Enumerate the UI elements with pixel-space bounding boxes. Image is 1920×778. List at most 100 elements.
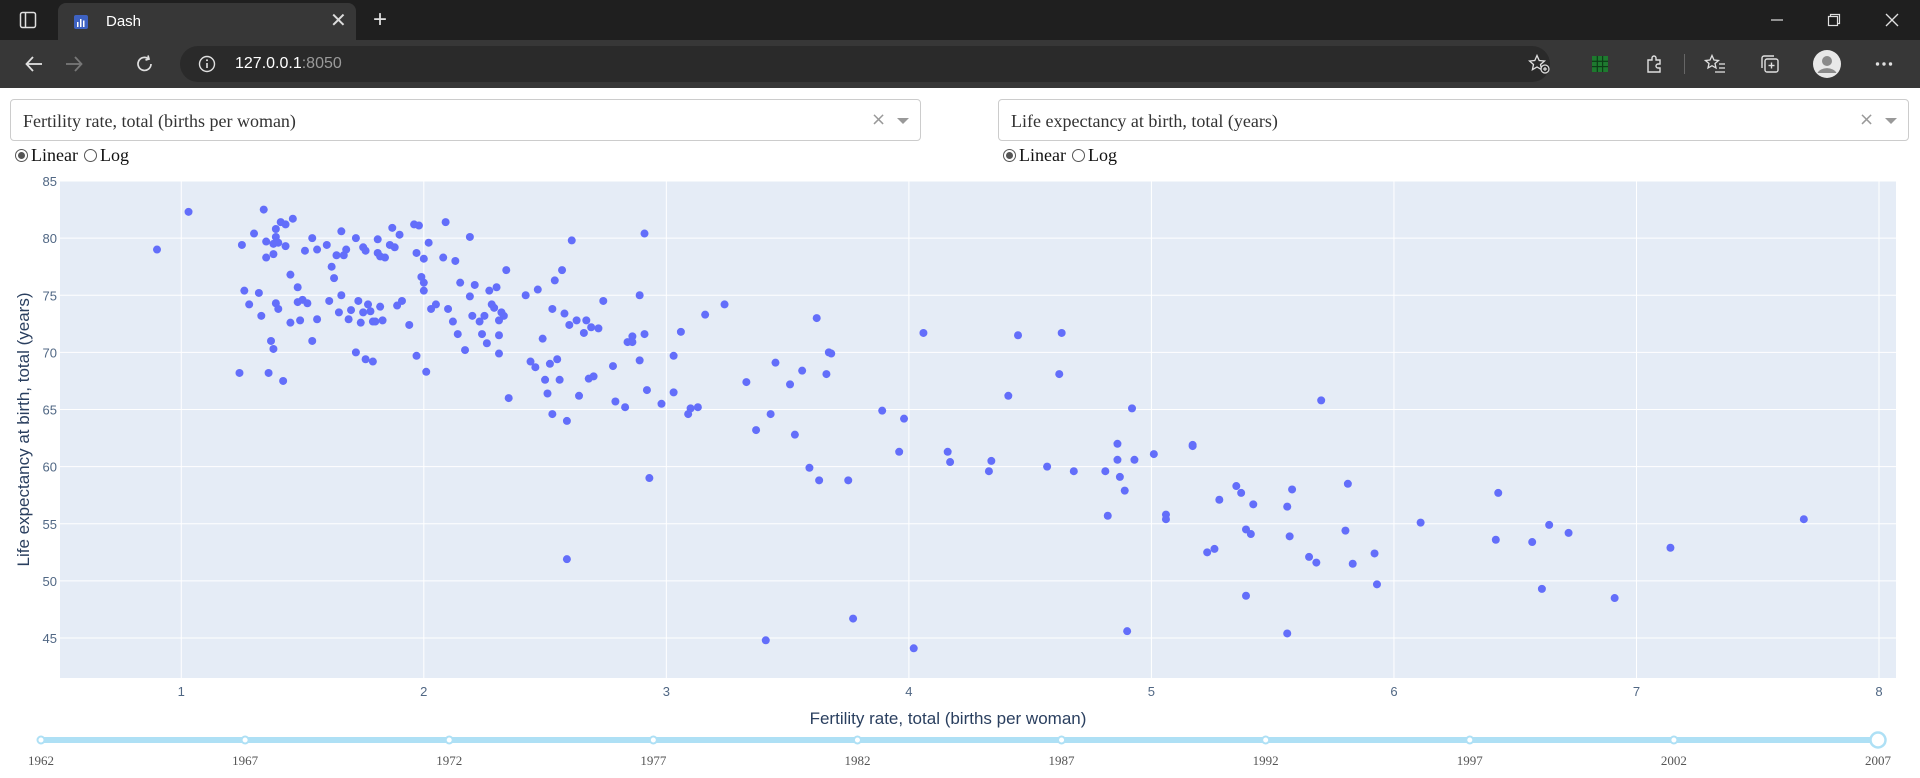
back-icon[interactable] bbox=[22, 52, 46, 76]
data-point[interactable] bbox=[351, 234, 360, 243]
data-point[interactable] bbox=[621, 403, 630, 412]
slider-mark-dot[interactable] bbox=[1465, 735, 1475, 745]
yaxis-clear-icon[interactable]: × bbox=[1859, 109, 1874, 130]
data-point[interactable] bbox=[1312, 558, 1321, 567]
data-point[interactable] bbox=[815, 476, 824, 485]
data-point[interactable] bbox=[669, 351, 678, 360]
data-point[interactable] bbox=[453, 330, 462, 339]
data-point[interactable] bbox=[1128, 404, 1137, 413]
data-point[interactable] bbox=[822, 370, 831, 379]
data-point[interactable] bbox=[465, 232, 474, 241]
data-point[interactable] bbox=[608, 362, 617, 371]
data-point[interactable] bbox=[422, 367, 431, 376]
data-point[interactable] bbox=[686, 404, 695, 413]
data-point[interactable] bbox=[1232, 482, 1241, 491]
data-point[interactable] bbox=[1494, 488, 1503, 497]
data-point[interactable] bbox=[478, 330, 487, 339]
data-point[interactable] bbox=[1123, 627, 1132, 636]
data-point[interactable] bbox=[240, 286, 249, 295]
data-point[interactable] bbox=[1545, 520, 1554, 529]
data-point[interactable] bbox=[337, 291, 346, 300]
data-point[interactable] bbox=[368, 357, 377, 366]
data-point[interactable] bbox=[761, 636, 770, 645]
yaxis-log-radio[interactable] bbox=[1071, 149, 1085, 162]
xaxis-chevron-down-icon[interactable] bbox=[897, 118, 909, 124]
data-point[interactable] bbox=[1610, 594, 1619, 603]
data-point[interactable] bbox=[281, 242, 290, 251]
slider-mark-label[interactable]: 1977 bbox=[640, 753, 667, 768]
data-point[interactable] bbox=[237, 240, 246, 249]
data-point[interactable] bbox=[424, 238, 433, 247]
data-point[interactable] bbox=[1528, 538, 1537, 547]
tab-close-icon[interactable]: ✕ bbox=[330, 11, 347, 31]
data-point[interactable] bbox=[334, 308, 343, 317]
data-point[interactable] bbox=[701, 310, 710, 319]
slider-mark-dot[interactable] bbox=[1669, 735, 1679, 745]
slider-mark-dot[interactable] bbox=[852, 735, 862, 745]
data-point[interactable] bbox=[456, 278, 465, 287]
slider-track[interactable] bbox=[41, 737, 1878, 743]
data-point[interactable] bbox=[356, 318, 365, 327]
data-point[interactable] bbox=[849, 614, 858, 623]
data-point[interactable] bbox=[766, 410, 775, 419]
data-point[interactable] bbox=[313, 315, 322, 324]
tab-actions-icon[interactable] bbox=[18, 10, 38, 30]
data-point[interactable] bbox=[1416, 518, 1425, 527]
data-point[interactable] bbox=[300, 246, 309, 255]
data-point[interactable] bbox=[533, 285, 542, 294]
data-point[interactable] bbox=[257, 311, 266, 320]
data-point[interactable] bbox=[1285, 532, 1294, 541]
more-menu-icon[interactable] bbox=[1872, 52, 1896, 76]
data-point[interactable] bbox=[693, 403, 702, 412]
data-point[interactable] bbox=[587, 323, 596, 332]
data-point[interactable] bbox=[812, 314, 821, 323]
data-point[interactable] bbox=[575, 391, 584, 400]
data-point[interactable] bbox=[361, 355, 370, 364]
data-point[interactable] bbox=[599, 296, 608, 305]
data-point[interactable] bbox=[412, 351, 421, 360]
data-point[interactable] bbox=[1055, 370, 1064, 379]
data-point[interactable] bbox=[555, 375, 564, 384]
slider-mark-label[interactable]: 1997 bbox=[1457, 753, 1484, 768]
data-point[interactable] bbox=[645, 474, 654, 483]
data-point[interactable] bbox=[325, 296, 334, 305]
data-point[interactable] bbox=[1215, 495, 1224, 504]
data-point[interactable] bbox=[366, 307, 375, 316]
data-point[interactable] bbox=[250, 229, 259, 238]
data-point[interactable] bbox=[628, 338, 637, 347]
data-point[interactable] bbox=[805, 463, 814, 472]
slider-mark-label[interactable]: 2002 bbox=[1661, 753, 1687, 768]
xaxis-linear-label[interactable]: Linear bbox=[31, 145, 78, 166]
data-point[interactable] bbox=[388, 223, 397, 232]
data-point[interactable] bbox=[468, 311, 477, 320]
data-point[interactable] bbox=[480, 311, 489, 320]
data-point[interactable] bbox=[492, 283, 501, 292]
data-point[interactable] bbox=[878, 406, 887, 415]
data-point[interactable] bbox=[550, 276, 559, 285]
slider-mark-label[interactable]: 2007 bbox=[1865, 753, 1892, 768]
data-point[interactable] bbox=[545, 359, 554, 368]
address-bar[interactable]: 127.0.0.1:8050 bbox=[180, 46, 1550, 82]
data-point[interactable] bbox=[490, 303, 499, 312]
data-point[interactable] bbox=[1249, 500, 1258, 509]
data-point[interactable] bbox=[909, 644, 918, 653]
data-point[interactable] bbox=[1203, 548, 1212, 557]
yaxis-chevron-down-icon[interactable] bbox=[1885, 118, 1897, 124]
data-point[interactable] bbox=[669, 388, 678, 397]
data-point[interactable] bbox=[1161, 515, 1170, 524]
data-point[interactable] bbox=[579, 328, 588, 337]
data-point[interactable] bbox=[373, 235, 382, 244]
data-point[interactable] bbox=[565, 320, 574, 329]
data-point[interactable] bbox=[267, 336, 276, 345]
data-point[interactable] bbox=[419, 286, 428, 295]
data-point[interactable] bbox=[1491, 535, 1500, 544]
data-point[interactable] bbox=[262, 237, 271, 246]
data-point[interactable] bbox=[771, 358, 780, 367]
data-point[interactable] bbox=[1237, 488, 1246, 497]
data-point[interactable] bbox=[279, 376, 288, 385]
add-favorite-icon[interactable] bbox=[1528, 54, 1550, 74]
data-point[interactable] bbox=[303, 299, 312, 308]
data-point[interactable] bbox=[562, 416, 571, 425]
data-point[interactable] bbox=[611, 397, 620, 406]
data-point[interactable] bbox=[431, 300, 440, 309]
